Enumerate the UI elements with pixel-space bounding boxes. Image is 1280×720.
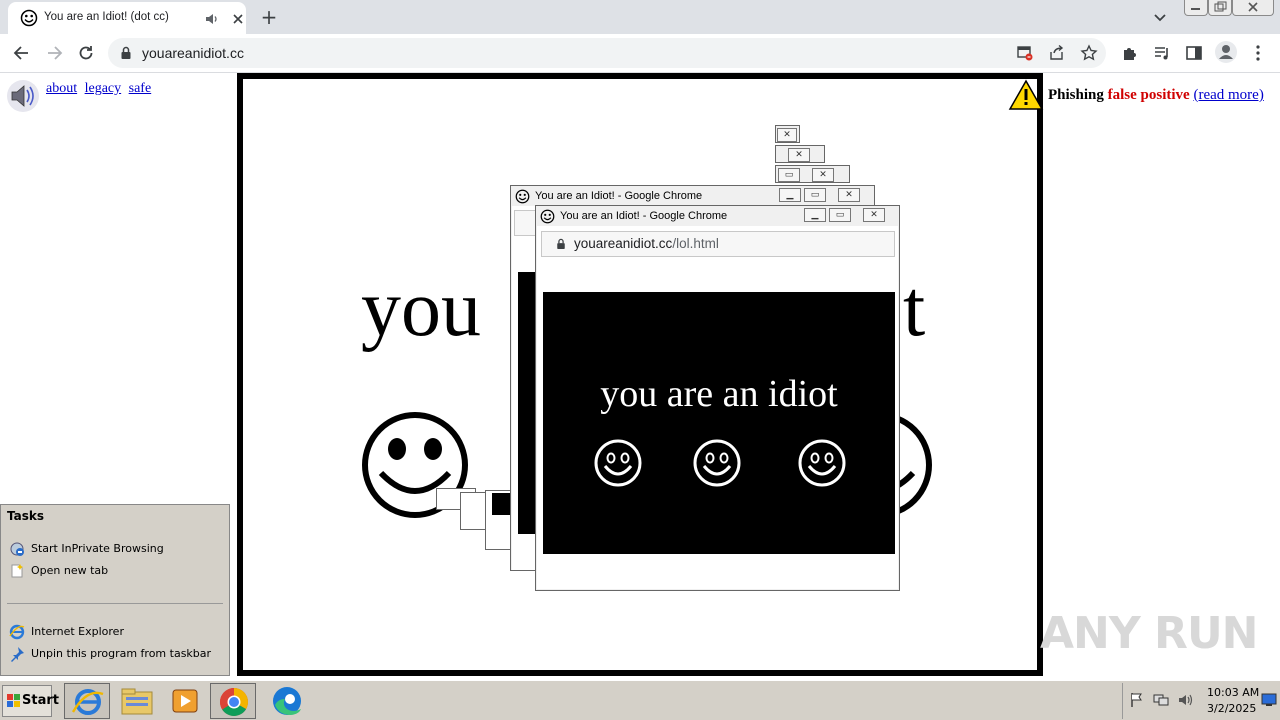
white-smiley-icon (692, 438, 742, 488)
windows-logo-icon (7, 694, 20, 707)
popup-stub-titlebar[interactable]: ▭ ✕ (775, 165, 850, 183)
phishing-notice: Phishing false positive (read more) (1048, 87, 1264, 104)
task-label: Open new tab (31, 564, 109, 577)
tab-strip: You are an Idiot! (dot cc) + (0, 0, 1280, 34)
clock-time[interactable]: 10:03 AM (1207, 686, 1259, 699)
popup-window-front[interactable]: You are an Idiot! - Google Chrome ▁ ▭ ✕ … (535, 205, 900, 591)
task-label: Internet Explorer (31, 625, 124, 638)
start-button[interactable]: Start (2, 685, 59, 717)
side-panel-icon[interactable] (1184, 43, 1204, 63)
popup-minimize-button[interactable]: ▁ (804, 208, 826, 222)
file-explorer-taskbar-icon[interactable] (114, 683, 160, 719)
internet-explorer-item[interactable]: Internet Explorer (9, 624, 124, 640)
profile-avatar-icon[interactable] (1214, 40, 1238, 64)
legacy-link[interactable]: legacy (85, 81, 122, 96)
popup-close-button[interactable]: ✕ (788, 148, 810, 162)
popup-close-button[interactable]: ✕ (863, 208, 885, 222)
system-tray: 10:03 AM 3/2/2025 (1122, 683, 1280, 719)
edge-taskbar-icon[interactable] (264, 683, 310, 719)
popup-minimize-button[interactable]: ▁ (779, 188, 801, 202)
unpin-item[interactable]: Unpin this program from taskbar (9, 646, 211, 662)
task-label: Start InPrivate Browsing (31, 542, 164, 555)
anyrun-watermark: ANY RUN (1040, 608, 1258, 659)
safe-link[interactable]: safe (129, 81, 152, 96)
start-inprivate-item[interactable]: Start InPrivate Browsing (9, 541, 164, 557)
back-arrow-icon[interactable] (12, 43, 32, 63)
speaker-icon[interactable] (6, 79, 40, 113)
kebab-menu-icon[interactable] (1248, 43, 1268, 63)
popup-close-button[interactable]: ✕ (777, 128, 797, 142)
popup-black-panel: you are an idiot (543, 292, 895, 554)
window-minimize-button[interactable] (1184, 0, 1208, 16)
smiley-favicon-icon (540, 209, 555, 224)
window-close-button[interactable] (1232, 0, 1274, 16)
popup-maximize-button[interactable]: ▭ (778, 168, 800, 182)
media-player-taskbar-icon[interactable] (162, 683, 208, 719)
window-restore-button[interactable] (1208, 0, 1232, 16)
media-controls-icon[interactable] (1152, 43, 1172, 63)
popup-address-bar[interactable]: youareanidiot.cc/lol.html (541, 231, 895, 257)
tab-title: You are an Idiot! (dot cc) (44, 11, 169, 23)
about-link[interactable]: about (46, 81, 77, 96)
active-tab[interactable]: You are an Idiot! (dot cc) (8, 2, 246, 34)
popup-body: youareanidiot.cc/lol.html you are an idi… (537, 226, 898, 589)
new-tab-button[interactable]: + (256, 6, 282, 28)
popup-idiot-text: you are an idiot (600, 373, 838, 415)
task-label: Unpin this program from taskbar (31, 647, 212, 660)
lock-icon[interactable] (120, 46, 132, 60)
action-center-flag-icon[interactable] (1129, 692, 1145, 708)
start-label: Start (22, 693, 59, 708)
popup-maximize-button[interactable]: ▭ (804, 188, 826, 202)
address-bar[interactable]: youareanidiot.cc (108, 38, 1106, 68)
read-more-link[interactable]: (read more) (1193, 87, 1263, 103)
clock-date[interactable]: 3/2/2025 (1207, 702, 1256, 715)
reload-icon[interactable] (76, 43, 96, 63)
network-icon[interactable] (1153, 692, 1169, 708)
forward-arrow-icon[interactable] (44, 43, 64, 63)
internet-explorer-taskbar-icon[interactable] (64, 683, 110, 719)
warning-triangle-icon (1008, 79, 1044, 111)
bookmark-star-icon[interactable] (1080, 44, 1098, 62)
big-text-t: t (903, 265, 926, 353)
nav-links: about legacy safe (46, 81, 155, 97)
tab-audio-playing-icon[interactable] (204, 11, 220, 27)
taskbar-jump-list: Tasks Start InPrivate Browsing Open new … (0, 504, 230, 676)
lock-icon (556, 238, 566, 250)
popup-stub-titlebar[interactable]: ✕ (775, 145, 825, 163)
jump-list-title: Tasks (7, 509, 45, 523)
tab-close-icon[interactable] (230, 11, 246, 27)
blocked-popup-icon[interactable] (1016, 44, 1034, 62)
false-positive-label: false positive (1107, 87, 1190, 103)
popup-url-text[interactable]: youareanidiot.cc/lol.html (574, 236, 719, 251)
extensions-puzzle-icon[interactable] (1120, 43, 1140, 63)
smiley-favicon-icon (20, 9, 38, 27)
share-icon[interactable] (1048, 44, 1066, 62)
popup-maximize-button[interactable]: ▭ (829, 208, 851, 222)
popup-title: You are an Idiot! - Google Chrome (535, 190, 703, 202)
popup-url-path: /lol.html (672, 236, 719, 251)
url-text[interactable]: youareanidiot.cc (142, 45, 244, 61)
tab-search-chevron-icon[interactable] (1148, 8, 1172, 28)
popup-stub-titlebar[interactable]: ✕ (775, 125, 800, 143)
smiley-favicon-icon (515, 189, 530, 204)
windows-taskbar: Start 10:03 AM 3/2/2025 (0, 680, 1280, 720)
big-text-you: you (361, 265, 481, 353)
browser-toolbar: youareanidiot.cc (0, 34, 1280, 73)
popup-title: You are an Idiot! - Google Chrome (560, 210, 728, 222)
phishing-label: Phishing (1048, 87, 1104, 103)
chrome-taskbar-icon[interactable] (210, 683, 256, 719)
volume-icon[interactable] (1177, 692, 1193, 708)
white-smiley-icon (593, 438, 643, 488)
open-new-tab-item[interactable]: Open new tab (9, 563, 108, 579)
popup-url-host: youareanidiot.cc (574, 236, 673, 251)
show-desktop-icon[interactable] (1261, 693, 1277, 707)
white-smiley-icon (797, 438, 847, 488)
popup-close-button[interactable]: ✕ (838, 188, 860, 202)
jump-list-divider (7, 603, 223, 604)
popup-stub-black (492, 493, 512, 515)
popup-close-button[interactable]: ✕ (812, 168, 834, 182)
